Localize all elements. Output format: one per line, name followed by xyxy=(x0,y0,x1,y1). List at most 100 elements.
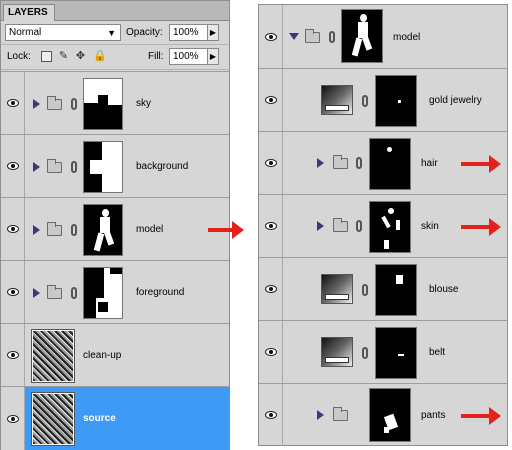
collapse-triangle-icon[interactable] xyxy=(289,33,299,40)
eye-icon xyxy=(7,225,19,233)
opacity-input[interactable]: 100% xyxy=(169,24,209,41)
link-icon xyxy=(362,95,368,107)
fill-label: Fill: xyxy=(148,51,164,62)
layer-row-model[interactable]: model xyxy=(1,197,229,260)
visibility-toggle[interactable] xyxy=(259,5,283,68)
layer-name: pants xyxy=(421,410,446,421)
blend-mode-select[interactable]: Normal ▼ xyxy=(5,24,121,41)
eye-icon xyxy=(7,162,19,170)
fill-input[interactable]: 100% xyxy=(169,48,209,65)
layer-row-blouse[interactable]: blouse xyxy=(259,257,507,320)
chevron-down-icon: ▼ xyxy=(107,28,116,38)
arrow-right-icon xyxy=(461,218,501,236)
visibility-toggle[interactable] xyxy=(1,72,25,134)
expand-triangle-icon[interactable] xyxy=(33,99,40,109)
blend-mode-value: Normal xyxy=(9,27,42,38)
layer-row-sky[interactable]: sky xyxy=(1,71,229,134)
link-icon xyxy=(329,31,335,43)
layer-row-source[interactable]: source xyxy=(1,386,229,450)
fill-slider-button[interactable]: ▶ xyxy=(207,48,219,65)
mask-thumbnail xyxy=(341,9,383,63)
eye-icon xyxy=(265,159,277,167)
visibility-toggle[interactable] xyxy=(1,261,25,323)
layer-thumbnail xyxy=(31,329,75,383)
eye-icon xyxy=(265,285,277,293)
link-icon xyxy=(356,157,362,169)
folder-icon xyxy=(333,155,348,169)
layer-thumbnail xyxy=(31,392,75,446)
eye-icon xyxy=(7,414,19,423)
link-icon xyxy=(71,98,77,110)
eye-icon xyxy=(265,222,277,230)
lock-pixels-icon[interactable]: ✎ xyxy=(58,51,69,62)
layer-name: gold jewelry xyxy=(429,95,482,106)
mask-thumbnail xyxy=(375,75,417,127)
visibility-toggle[interactable] xyxy=(1,324,25,386)
visibility-toggle[interactable] xyxy=(1,135,25,197)
group-row-model[interactable]: model xyxy=(259,5,507,68)
link-icon xyxy=(362,347,368,359)
visibility-toggle[interactable] xyxy=(259,195,283,257)
eye-icon xyxy=(265,96,277,104)
folder-icon xyxy=(305,29,320,43)
folder-icon xyxy=(333,218,348,232)
opacity-label: Opacity: xyxy=(126,27,163,38)
link-icon xyxy=(71,287,77,299)
link-icon xyxy=(71,224,77,236)
layer-name: model xyxy=(393,32,421,43)
visibility-toggle[interactable] xyxy=(1,387,25,450)
layer-row-belt[interactable]: belt xyxy=(259,320,507,383)
blend-row: Normal ▼ Opacity: 100% ▶ xyxy=(1,21,229,45)
arrow-right-icon xyxy=(208,221,244,239)
eye-icon xyxy=(265,32,277,41)
link-icon xyxy=(362,284,368,296)
layers-panel: LAYERS Normal ▼ Opacity: 100% ▶ Lock: ✎ … xyxy=(0,0,230,450)
opacity-slider-button[interactable]: ▶ xyxy=(207,24,219,41)
visibility-toggle[interactable] xyxy=(259,132,283,194)
arrow-right-icon xyxy=(461,407,501,425)
visibility-toggle[interactable] xyxy=(259,321,283,383)
layer-name: source xyxy=(83,413,116,424)
eye-icon xyxy=(7,99,19,107)
visibility-toggle[interactable] xyxy=(259,258,283,320)
lock-transparency-icon[interactable] xyxy=(41,51,52,62)
folder-icon xyxy=(333,407,348,421)
adjustment-layer-icon xyxy=(321,337,353,367)
expand-triangle-icon[interactable] xyxy=(33,162,40,172)
lock-row: Lock: ✎ ✥ 🔒 Fill: 100% ▶ xyxy=(1,45,229,70)
eye-icon xyxy=(265,348,277,356)
layer-name: sky xyxy=(136,98,151,109)
layer-name: belt xyxy=(429,347,446,358)
expand-triangle-icon[interactable] xyxy=(317,221,324,231)
layer-name: skin xyxy=(421,221,439,232)
panel-tabbar: LAYERS xyxy=(1,1,229,21)
layer-name: clean-up xyxy=(83,350,122,361)
layer-name: blouse xyxy=(429,284,459,295)
lock-position-icon[interactable]: ✥ xyxy=(75,51,86,62)
visibility-toggle[interactable] xyxy=(259,384,283,446)
tab-layers[interactable]: LAYERS xyxy=(3,4,55,21)
link-icon xyxy=(71,161,77,173)
visibility-toggle[interactable] xyxy=(259,69,283,131)
mask-thumbnail xyxy=(83,204,123,256)
layer-row-background[interactable]: background xyxy=(1,134,229,197)
mask-thumbnail xyxy=(369,201,411,253)
expand-triangle-icon[interactable] xyxy=(33,225,40,235)
eye-icon xyxy=(7,288,19,296)
eye-icon xyxy=(7,351,19,359)
expand-triangle-icon[interactable] xyxy=(317,158,324,168)
adjustment-layer-icon xyxy=(321,274,353,304)
layer-name: background xyxy=(136,161,189,172)
layer-row-clean-up[interactable]: clean-up xyxy=(1,323,229,386)
layer-name: hair xyxy=(421,158,438,169)
lock-label: Lock: xyxy=(7,51,31,62)
visibility-toggle[interactable] xyxy=(1,198,25,260)
layer-row-gold-jewelry[interactable]: gold jewelry xyxy=(259,68,507,131)
expand-triangle-icon[interactable] xyxy=(33,288,40,298)
mask-thumbnail xyxy=(369,138,411,190)
expand-triangle-icon[interactable] xyxy=(317,410,324,420)
mask-thumbnail xyxy=(83,267,123,319)
mask-thumbnail xyxy=(375,264,417,316)
layer-row-foreground[interactable]: foreground xyxy=(1,260,229,323)
lock-all-icon[interactable]: 🔒 xyxy=(93,51,107,62)
